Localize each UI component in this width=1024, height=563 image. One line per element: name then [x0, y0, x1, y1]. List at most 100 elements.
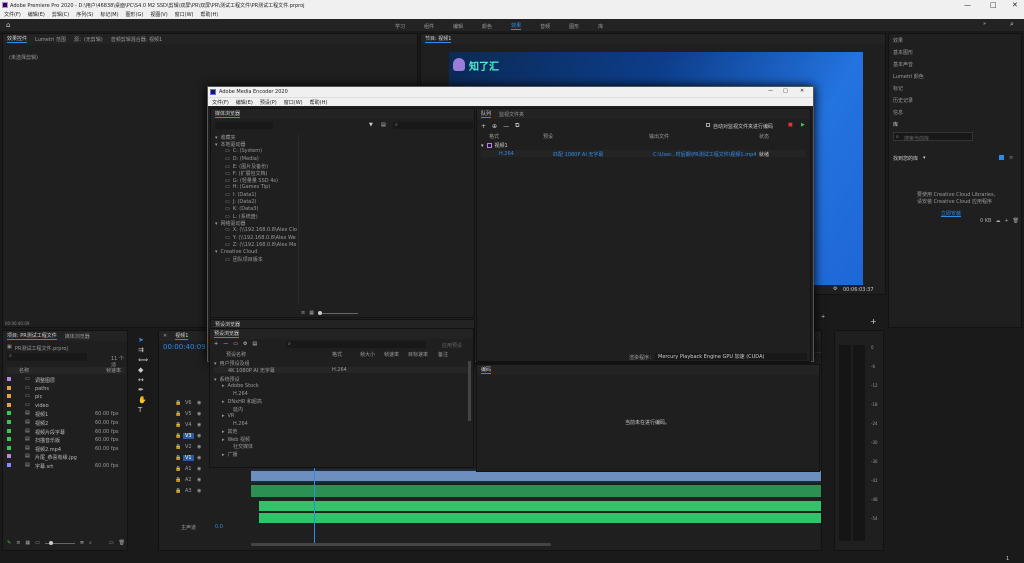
ame-menu-help[interactable]: 帮助(H): [310, 99, 328, 106]
tab-libraries[interactable]: 库: [893, 121, 898, 128]
pencil-icon[interactable]: ✎: [7, 540, 11, 546]
preset-scrollbar[interactable]: [468, 361, 471, 421]
list-view-icon[interactable]: ≡: [301, 310, 305, 316]
workspace-audio[interactable]: 音频: [540, 23, 550, 30]
preset-search[interactable]: ⌕: [286, 341, 426, 348]
track-label[interactable]: V2: [183, 444, 194, 450]
tree-drive[interactable]: ▭ C: (System): [215, 148, 297, 155]
preset-item[interactable]: ▸ VR: [214, 413, 464, 421]
list-view-icon[interactable]: ≡: [16, 540, 20, 546]
menu-graphics[interactable]: 图形(G): [126, 11, 144, 18]
icon-view-icon[interactable]: ▦: [25, 540, 30, 546]
workspace-editing[interactable]: 编辑: [453, 23, 463, 30]
type-tool-icon[interactable]: T: [138, 406, 150, 416]
tree-drive[interactable]: ▭ I: (Data1): [215, 192, 297, 199]
audio-clip-a2[interactable]: [259, 501, 821, 511]
eye-icon[interactable]: ◉: [197, 444, 201, 450]
add-output-icon[interactable]: ⊕: [492, 123, 497, 130]
hand-tool-icon[interactable]: ✋: [138, 396, 150, 406]
track-header[interactable]: 🔒 A3 ◉: [175, 487, 225, 498]
filter-icon[interactable]: ▼: [369, 122, 373, 128]
header-fps[interactable]: 帧速率: [106, 367, 121, 374]
tab-effect-controls[interactable]: 效果控件: [7, 35, 28, 43]
lock-icon[interactable]: 🔒: [175, 477, 181, 483]
tab-lumetri-scopes[interactable]: Lumetri 范围: [35, 36, 66, 43]
video-clip-1[interactable]: [251, 471, 431, 481]
remove-preset-icon[interactable]: —: [223, 341, 228, 347]
eye-icon[interactable]: ◉: [197, 488, 201, 494]
eye-icon[interactable]: ◉: [197, 400, 201, 406]
header-output[interactable]: 输出文件: [649, 133, 669, 140]
lock-icon[interactable]: 🔒: [175, 433, 181, 439]
track-label[interactable]: A1: [183, 466, 194, 472]
preset-item[interactable]: 延内: [214, 406, 464, 414]
workspace-learn[interactable]: 学习: [395, 23, 405, 30]
tree-drive[interactable]: ▭ Y: (\\192.168.0.8\Alex We: [215, 235, 297, 242]
header-name[interactable]: 名称: [19, 367, 29, 374]
library-search[interactable]: ⌕ 搜索当前库: [893, 132, 973, 142]
header-format[interactable]: 格式: [332, 351, 342, 358]
menu-view[interactable]: 视图(V): [150, 11, 167, 18]
eye-icon[interactable]: ◉: [197, 433, 201, 439]
tree-drive[interactable]: ▭ X: (\\192.168.0.8\Alex Clo: [215, 227, 297, 234]
grid-view-icon[interactable]: [999, 155, 1004, 160]
audio-clip-a3[interactable]: [259, 513, 821, 523]
timeline-timecode[interactable]: 00:00:40:09: [163, 343, 206, 351]
lock-icon[interactable]: 🔒: [175, 411, 181, 417]
track-header[interactable]: 🔒 A2 ◉: [175, 476, 225, 487]
header-target-rate[interactable]: 目标速率: [408, 351, 428, 358]
list-item[interactable]: ▭ paths: [7, 385, 125, 394]
list-item[interactable]: ▭ pic: [7, 393, 125, 402]
tree-drive[interactable]: ▭ K: (Data3): [215, 206, 297, 213]
preset-item[interactable]: ▸ 广播: [214, 451, 464, 459]
workspace-menu-icon[interactable]: »: [983, 21, 986, 27]
lock-icon[interactable]: 🔒: [175, 444, 181, 450]
tree-drive[interactable]: ▭ Z: (\\192.168.0.8\Alex Me: [215, 242, 297, 249]
track-label[interactable]: A2: [183, 477, 194, 483]
add-control-icon[interactable]: +: [870, 317, 877, 326]
slip-tool-icon[interactable]: ↔: [138, 376, 150, 386]
eye-icon[interactable]: ◉: [197, 411, 201, 417]
freeform-icon[interactable]: ▭: [35, 540, 40, 546]
track-label[interactable]: V3: [183, 433, 194, 439]
razor-tool-icon[interactable]: ◆: [138, 366, 150, 376]
import-icon[interactable]: ▤: [252, 341, 257, 347]
list-item[interactable]: ▭ video: [7, 402, 125, 411]
header-comment[interactable]: 备注: [438, 351, 448, 358]
tree-drive[interactable]: ▭ L: (系统盘): [215, 213, 297, 220]
menu-marker[interactable]: 标记(M): [100, 11, 118, 18]
menu-clip[interactable]: 剪辑(C): [52, 11, 69, 18]
tab-media-browser[interactable]: 媒体浏览器: [215, 110, 241, 118]
user-preset-row[interactable]: 4K 1080P AI 无字幕 H.264: [214, 367, 469, 374]
apply-preset-button-2[interactable]: 应用预设: [442, 342, 462, 349]
tree-group[interactable]: ▾ 本地驱动器: [215, 141, 297, 148]
tree-drive[interactable]: ▭ D: (Media): [215, 156, 297, 163]
thumbnail-view-icon[interactable]: ▦: [309, 310, 314, 316]
ame-close-button[interactable]: ✕: [800, 88, 804, 94]
tree-drive[interactable]: ▭ J: (Data2): [215, 199, 297, 206]
menu-window[interactable]: 窗口(W): [175, 11, 194, 18]
header-format[interactable]: 格式: [489, 133, 499, 140]
ame-menu-file[interactable]: 文件(F): [212, 99, 229, 106]
lock-icon[interactable]: 🔒: [175, 466, 181, 472]
add-source-icon[interactable]: +: [481, 123, 486, 130]
workspace-assembly[interactable]: 组件: [424, 23, 434, 30]
duplicate-icon[interactable]: ⧉: [515, 122, 519, 130]
tab-queue[interactable]: 队列: [481, 110, 492, 118]
lock-icon[interactable]: 🔒: [175, 455, 181, 461]
tree-drive[interactable]: ▭ H: (Games Tip): [215, 184, 297, 191]
panel-history[interactable]: 历史记录: [893, 97, 924, 109]
track-label[interactable]: V6: [183, 400, 194, 406]
library-dropdown[interactable]: 找到您的库: [893, 155, 918, 162]
list-item[interactable]: ▤ 字幕.srt 60.00 fps: [7, 462, 125, 471]
queue-group[interactable]: ▾ 视频1: [481, 142, 508, 150]
view-icon[interactable]: ▤: [381, 122, 386, 128]
timeline-scrollbar[interactable]: [251, 543, 551, 546]
menu-edit[interactable]: 编辑(E): [28, 11, 45, 18]
panel-essential-graphics[interactable]: 基本图形: [893, 49, 924, 61]
add-preset-icon[interactable]: +: [214, 341, 218, 347]
zoom-slider[interactable]: [44, 540, 75, 545]
ame-menu-window[interactable]: 窗口(W): [284, 99, 303, 106]
notification-badge[interactable]: 1: [1006, 556, 1009, 562]
tab-preset-browser-2[interactable]: 预设浏览器: [214, 330, 240, 338]
